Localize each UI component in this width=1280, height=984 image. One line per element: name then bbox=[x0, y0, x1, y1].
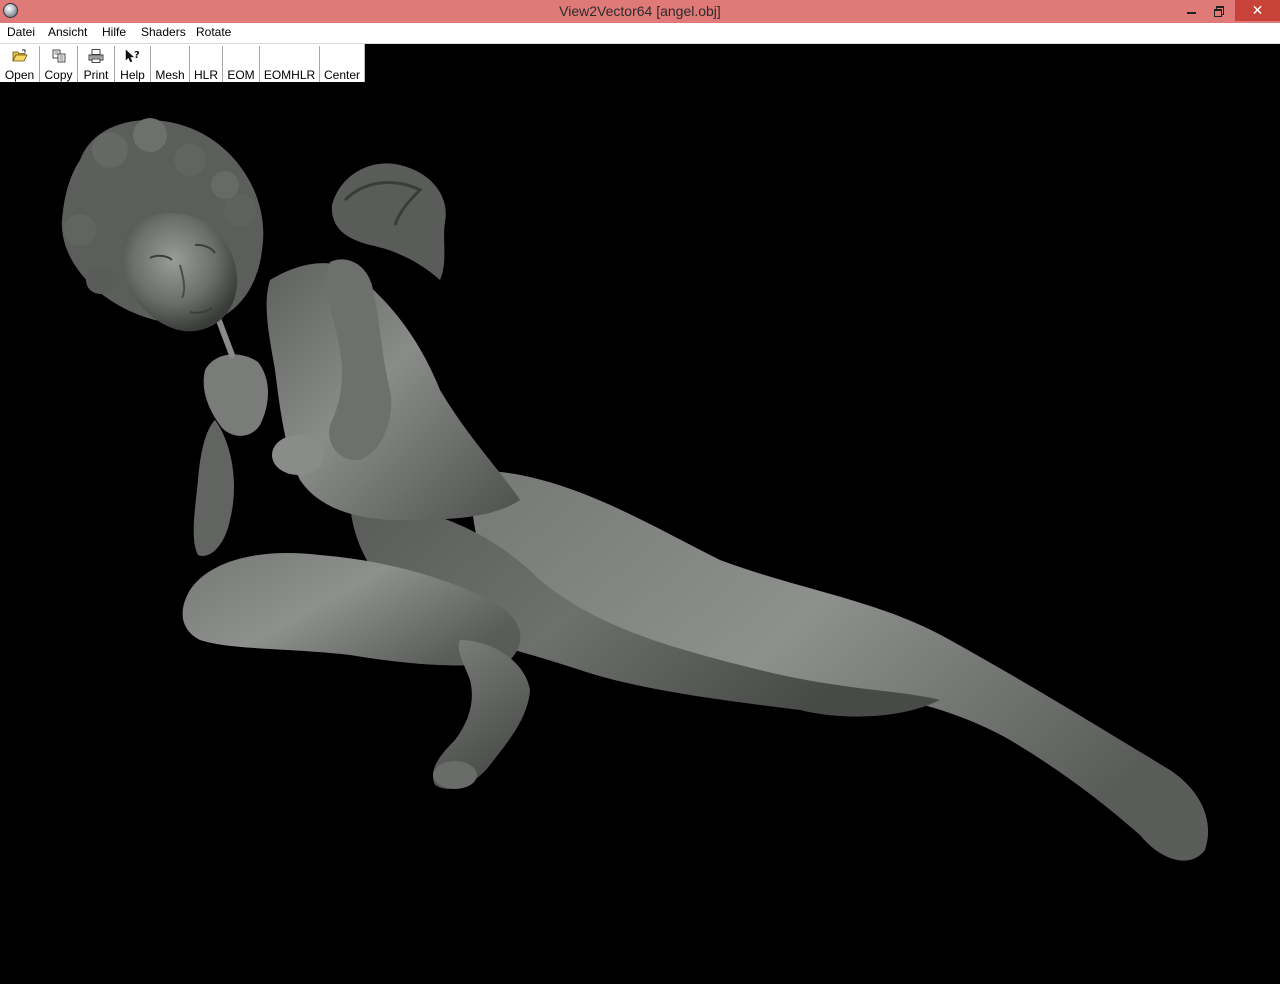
restore-icon bbox=[1213, 5, 1224, 17]
help-pointer-icon: ? bbox=[125, 49, 140, 63]
eom-button[interactable]: EOM bbox=[223, 46, 260, 82]
menu-datei[interactable]: Datei bbox=[6, 23, 36, 43]
menu-hilfe[interactable]: Hilfe bbox=[101, 23, 127, 43]
center-button[interactable]: Center bbox=[320, 46, 364, 82]
restore-button[interactable] bbox=[1205, 0, 1232, 21]
close-button[interactable]: ✕ bbox=[1235, 0, 1280, 21]
title-bar[interactable]: View2Vector64 [angel.obj] ✕ bbox=[0, 0, 1280, 23]
support-arm-shape bbox=[193, 420, 235, 556]
center-label: Center bbox=[323, 68, 361, 82]
toolbar: Open Copy Print ? Help Mesh HLR EOM EOMH… bbox=[0, 44, 365, 82]
help-label: Help bbox=[120, 68, 145, 82]
svg-text:?: ? bbox=[134, 50, 140, 61]
menu-shaders[interactable]: Shaders bbox=[140, 23, 187, 43]
mesh-button[interactable]: Mesh bbox=[151, 46, 190, 82]
folder-open-icon bbox=[11, 49, 28, 62]
torso-shape bbox=[266, 263, 520, 520]
eomhlr-button[interactable]: EOMHLR bbox=[260, 46, 320, 82]
angel-model[interactable] bbox=[0, 82, 1280, 984]
minimize-icon bbox=[1187, 11, 1196, 14]
minimize-button[interactable] bbox=[1178, 0, 1205, 21]
eom-label: EOM bbox=[227, 68, 255, 82]
open-label: Open bbox=[4, 68, 35, 82]
eomhlr-label: EOMHLR bbox=[263, 68, 316, 82]
close-icon: ✕ bbox=[1251, 2, 1264, 18]
open-button[interactable]: Open bbox=[0, 46, 40, 82]
printer-icon bbox=[88, 49, 104, 63]
menu-ansicht[interactable]: Ansicht bbox=[47, 23, 88, 43]
menu-rotate[interactable]: Rotate bbox=[195, 23, 232, 43]
help-button[interactable]: ? Help bbox=[115, 46, 151, 82]
copy-icon bbox=[52, 49, 65, 63]
window-title: View2Vector64 [angel.obj] bbox=[559, 3, 721, 19]
menu-bar: Datei Ansicht Hilfe Shaders Rotate bbox=[0, 23, 1280, 44]
print-label: Print bbox=[83, 68, 109, 82]
mesh-label: Mesh bbox=[155, 68, 185, 82]
render-viewport[interactable] bbox=[0, 82, 1280, 984]
copy-button[interactable]: Copy bbox=[40, 46, 78, 82]
print-button[interactable]: Print bbox=[78, 46, 115, 82]
hlr-label: HLR bbox=[193, 68, 218, 82]
copy-label: Copy bbox=[44, 68, 73, 82]
app-window: View2Vector64 [angel.obj] ✕ Datei Ansich… bbox=[0, 0, 1280, 984]
hlr-button[interactable]: HLR bbox=[190, 46, 223, 82]
